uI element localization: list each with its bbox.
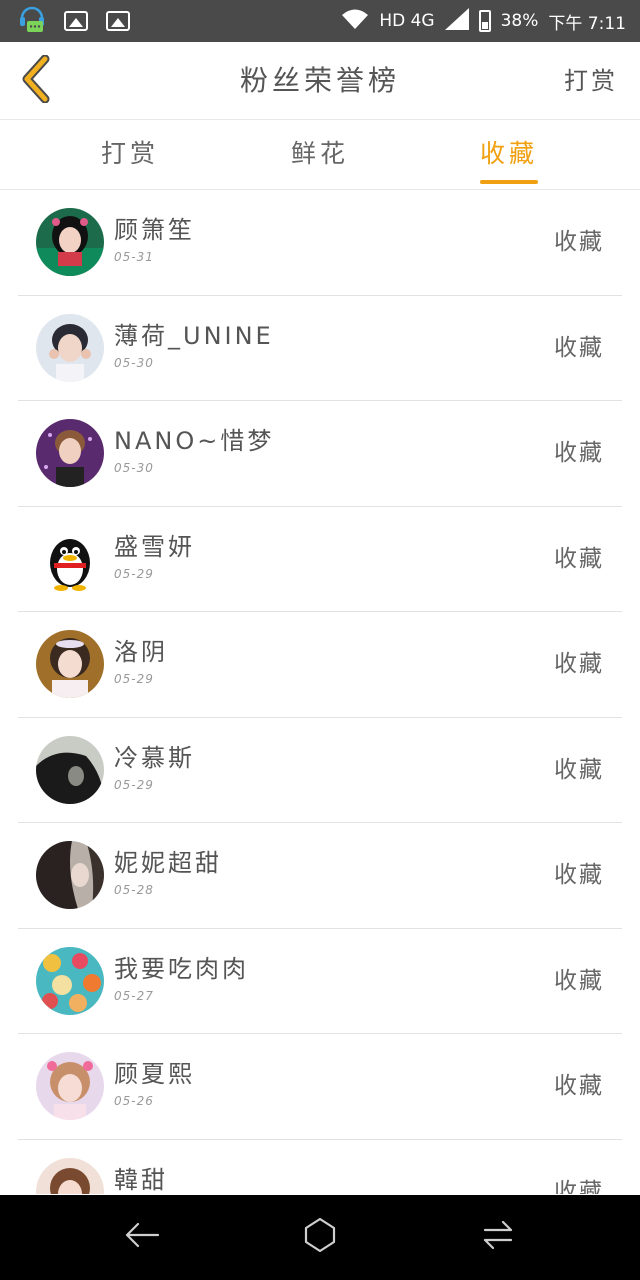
list-item[interactable]: 冷慕斯 05-29 收藏: [0, 718, 640, 824]
status-bar: HD 4G 38% 下午 7:11: [0, 0, 640, 42]
user-date: 05-31: [114, 250, 154, 264]
user-name: 顾箫笙: [114, 216, 195, 244]
active-tab-indicator: [480, 180, 538, 184]
avatar: [36, 419, 104, 487]
image-icon: [64, 11, 88, 31]
list-item[interactable]: 洛阴 05-29 收藏: [0, 612, 640, 718]
favorite-label[interactable]: 收藏: [554, 190, 604, 295]
user-date: 05-29: [114, 672, 154, 686]
tab-reward[interactable]: 打赏: [70, 120, 190, 190]
tab-favorites-label: 收藏: [479, 139, 538, 168]
user-date: 05-29: [114, 777, 154, 792]
favorite-label[interactable]: 收藏: [554, 1034, 604, 1139]
favorite-label[interactable]: 收藏: [554, 612, 604, 717]
user-name: 洛阴: [114, 638, 168, 666]
image-icon: [106, 11, 130, 31]
avatar: [36, 630, 104, 698]
favorite-label[interactable]: 收藏: [554, 929, 604, 1034]
back-arrow-icon: [124, 1220, 160, 1254]
avatar: [36, 208, 104, 276]
tab-favorites[interactable]: 收藏: [449, 120, 569, 190]
signal-icon: [444, 7, 469, 35]
user-date: 05-27: [114, 988, 154, 1003]
nav-back-button[interactable]: [120, 1215, 164, 1259]
tab-bar: 打赏 鲜花 收藏: [0, 120, 640, 190]
favorite-label[interactable]: 收藏: [554, 296, 604, 401]
favorite-label[interactable]: 收藏: [554, 1140, 604, 1195]
favorite-label[interactable]: 收藏: [554, 718, 604, 823]
wifi-icon: [341, 8, 369, 35]
system-nav-bar: [0, 1195, 640, 1280]
headset-chat-icon: [18, 4, 46, 38]
reward-button[interactable]: 打赏: [564, 42, 618, 120]
status-bar-notifications: [18, 6, 130, 36]
avatar: [36, 1052, 104, 1120]
user-name: 薄荷_UNINE: [114, 321, 274, 350]
list-item[interactable]: 韓甜 收藏: [0, 1140, 640, 1195]
favorite-label[interactable]: 收藏: [554, 507, 604, 612]
list-item[interactable]: 妮妮超甜 05-28 收藏: [0, 823, 640, 929]
user-date: 05-30: [114, 461, 154, 475]
favorite-label[interactable]: 收藏: [554, 401, 604, 506]
battery-icon: [478, 10, 491, 32]
avatar: [36, 735, 104, 804]
user-name: 盛雪妍: [114, 532, 195, 561]
home-icon: [301, 1216, 339, 1258]
list-item[interactable]: 顾箫笙 05-31 收藏: [0, 190, 640, 296]
list-item[interactable]: 我要吃肉肉 05-27 收藏: [0, 929, 640, 1035]
avatar: [36, 313, 104, 382]
tab-flowers[interactable]: 鲜花: [260, 120, 380, 190]
list-item[interactable]: 薄荷_UNINE 05-30 收藏: [0, 296, 640, 402]
app-header: 粉丝荣誉榜 打赏: [0, 42, 640, 120]
user-name: 韓甜: [114, 1165, 168, 1194]
user-date: 05-28: [114, 883, 154, 897]
user-name: 我要吃肉肉: [114, 954, 249, 983]
user-date: 05-26: [114, 1094, 154, 1108]
user-name: NANO~惜梦: [114, 427, 275, 455]
list-item[interactable]: 盛雪妍 05-29 收藏: [0, 507, 640, 613]
user-name: 冷慕斯: [114, 743, 195, 772]
user-name: 妮妮超甜: [114, 849, 222, 877]
status-bar-system: HD 4G 38% 下午 7:11: [341, 0, 626, 42]
avatar: [36, 524, 104, 593]
user-name: 顾夏熙: [114, 1060, 195, 1088]
avatar: [36, 841, 104, 909]
battery-level: 38%: [500, 11, 539, 31]
list-item[interactable]: NANO~惜梦 05-30 收藏: [0, 401, 640, 507]
clock: 下午 7:11: [548, 13, 626, 34]
nav-home-button[interactable]: [298, 1215, 342, 1259]
network-label: HD 4G: [379, 11, 435, 31]
user-date: 05-30: [114, 355, 154, 370]
nav-recents-button[interactable]: [476, 1215, 520, 1259]
recent-apps-icon: [481, 1218, 515, 1256]
page-title: 粉丝荣誉榜: [239, 64, 400, 97]
list-item[interactable]: 顾夏熙 05-26 收藏: [0, 1034, 640, 1140]
fan-list[interactable]: 顾箫笙 05-31 收藏 薄荷_UNINE 05-30 收藏 NANO~惜梦 0…: [0, 190, 640, 1194]
user-date: 05-29: [114, 566, 154, 581]
avatar: [36, 946, 104, 1015]
avatar: [36, 1157, 104, 1194]
favorite-label[interactable]: 收藏: [554, 823, 604, 928]
